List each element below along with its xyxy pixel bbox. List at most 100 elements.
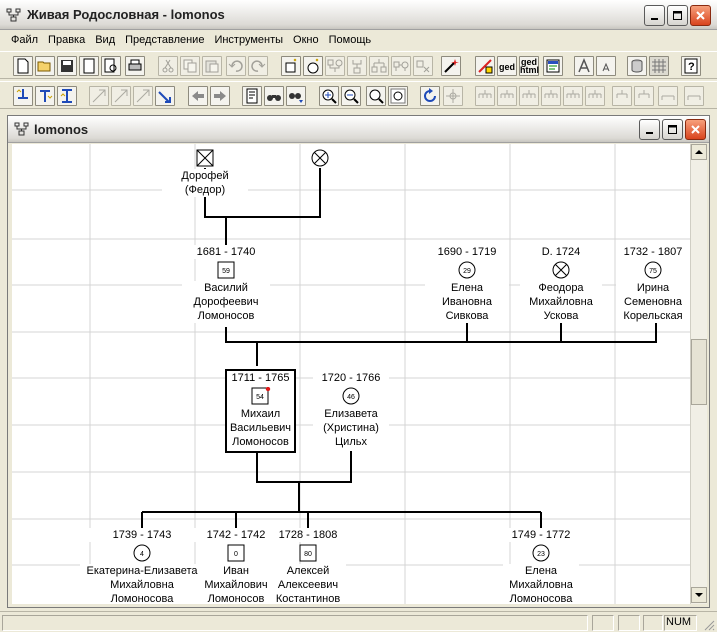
paste-button[interactable] bbox=[202, 56, 222, 76]
tree-canvas[interactable]: Дорофей (Федор) 1681 - 1740 59 Василий Д… bbox=[12, 144, 690, 604]
import-icon bbox=[478, 59, 493, 74]
cut-button[interactable] bbox=[158, 56, 178, 76]
tree-style-9-button[interactable] bbox=[658, 86, 678, 106]
tree-style-3-button[interactable] bbox=[519, 86, 539, 106]
menu-presentation[interactable]: Представление bbox=[120, 32, 209, 48]
tree-style-3-icon bbox=[522, 90, 536, 98]
person-dorofey-wife[interactable] bbox=[310, 147, 330, 169]
person-dorofey[interactable]: Дорофей (Федор) bbox=[162, 147, 248, 197]
menu-tools[interactable]: Инструменты bbox=[209, 32, 288, 48]
num-lock-indicator: NUM bbox=[666, 616, 692, 628]
layout-1-button[interactable] bbox=[89, 86, 109, 106]
find-next-button[interactable] bbox=[286, 86, 306, 106]
scroll-thumb[interactable] bbox=[691, 339, 707, 405]
person-name-line: Елизавета bbox=[313, 407, 389, 421]
add-female-button[interactable] bbox=[303, 56, 323, 76]
hourglass-tree-button[interactable] bbox=[57, 86, 77, 106]
add-parents-button[interactable] bbox=[325, 56, 345, 76]
go-to-root-button[interactable] bbox=[155, 86, 175, 106]
maximize-button[interactable] bbox=[667, 5, 688, 26]
zoom-out-button[interactable] bbox=[341, 86, 361, 106]
add-sibling-button[interactable] bbox=[369, 56, 389, 76]
zoom-in-button[interactable] bbox=[319, 86, 339, 106]
menu-file[interactable]: Файл bbox=[6, 32, 43, 48]
tree-wizard-button[interactable] bbox=[441, 56, 461, 76]
redo-button[interactable] bbox=[248, 56, 268, 76]
tree-style-1-button[interactable] bbox=[475, 86, 495, 106]
undo-icon bbox=[228, 60, 243, 72]
menu-view[interactable]: Вид bbox=[90, 32, 120, 48]
add-child-button[interactable] bbox=[347, 56, 367, 76]
back-button[interactable] bbox=[188, 86, 208, 106]
copy-button[interactable] bbox=[180, 56, 200, 76]
minimize-button[interactable] bbox=[644, 5, 665, 26]
resize-grip-icon[interactable] bbox=[703, 619, 715, 631]
person-vasiliy[interactable]: 1681 - 1740 59 Василий Дорофеевич Ломоно… bbox=[182, 245, 270, 323]
new-file-button[interactable] bbox=[13, 56, 33, 76]
menu-bar: Файл Правка Вид Представление Инструмент… bbox=[0, 30, 717, 50]
tree-style-2-button[interactable] bbox=[497, 86, 517, 106]
layout-3-button[interactable] bbox=[133, 86, 153, 106]
report-button[interactable] bbox=[242, 86, 262, 106]
undo-button[interactable] bbox=[226, 56, 246, 76]
help-icon: ? bbox=[684, 58, 698, 74]
gedcom-html-button[interactable]: ged html bbox=[519, 56, 539, 76]
print-button[interactable] bbox=[125, 56, 145, 76]
add-spouse-button[interactable] bbox=[391, 56, 411, 76]
menu-window[interactable]: Окно bbox=[288, 32, 324, 48]
person-irina[interactable]: 1732 - 1807 75 Ирина Семеновна Корельска… bbox=[616, 245, 690, 323]
refresh-button[interactable] bbox=[420, 86, 440, 106]
print-preview-button[interactable] bbox=[101, 56, 121, 76]
scroll-down-button[interactable] bbox=[691, 587, 707, 603]
person-aleksey[interactable]: 1728 - 1808 80 Алексей Алексеевич Костан… bbox=[270, 528, 346, 604]
tree-style-8-button[interactable] bbox=[634, 86, 654, 106]
forward-button[interactable] bbox=[210, 86, 230, 106]
zoom-page-button[interactable] bbox=[388, 86, 408, 106]
person-elizaveta[interactable]: 1720 - 1766 46 Елизавета (Христина) Циль… bbox=[313, 371, 389, 449]
person-feodora[interactable]: D. 1724 Феодора Михайловна Ускова bbox=[520, 245, 602, 323]
web-export-icon bbox=[546, 59, 560, 73]
tree-style-6-button[interactable] bbox=[585, 86, 605, 106]
female-icon: 75 bbox=[644, 261, 662, 279]
doc-minimize-button[interactable] bbox=[639, 119, 660, 140]
center-button[interactable] bbox=[443, 86, 463, 106]
menu-edit[interactable]: Правка bbox=[43, 32, 90, 48]
import-button[interactable] bbox=[475, 56, 495, 76]
ancestors-button[interactable] bbox=[13, 86, 33, 106]
menu-help[interactable]: Помощь bbox=[324, 32, 377, 48]
descendants-button[interactable] bbox=[35, 86, 55, 106]
grid-button[interactable] bbox=[649, 56, 669, 76]
close-button[interactable] bbox=[690, 5, 711, 26]
delete-person-button[interactable] bbox=[413, 56, 433, 76]
tree-style-7-button[interactable] bbox=[612, 86, 632, 106]
doc-close-button[interactable] bbox=[685, 119, 706, 140]
tree-style-4-button[interactable] bbox=[541, 86, 561, 106]
open-button[interactable] bbox=[35, 56, 55, 76]
person-mikhail[interactable]: 1711 - 1765 54 Михаил Васильевич Ломонос… bbox=[227, 371, 294, 449]
gedcom-button[interactable]: ged bbox=[497, 56, 517, 76]
font-larger-button[interactable] bbox=[574, 56, 594, 76]
page-button[interactable] bbox=[79, 56, 99, 76]
web-export-button[interactable] bbox=[543, 56, 563, 76]
person-ekaterina[interactable]: 1739 - 1743 4 Екатерина-Елизавета Михайл… bbox=[80, 528, 204, 604]
person-elena-sivkova[interactable]: 1690 - 1719 29 Елена Ивановна Сивкова bbox=[425, 245, 509, 323]
doc-maximize-button[interactable] bbox=[662, 119, 683, 140]
zoom-fit-button[interactable] bbox=[366, 86, 386, 106]
status-pane-4 bbox=[643, 615, 663, 631]
add-parents-icon bbox=[327, 59, 343, 72]
font-smaller-button[interactable] bbox=[596, 56, 616, 76]
save-button[interactable] bbox=[57, 56, 77, 76]
tree-style-5-button[interactable] bbox=[563, 86, 583, 106]
find-button[interactable] bbox=[264, 86, 284, 106]
person-elena-lomonosova[interactable]: 1749 - 1772 23 Елена Михайловна Ломоносо… bbox=[503, 528, 579, 604]
tree-style-10-button[interactable] bbox=[684, 86, 704, 106]
scroll-up-button[interactable] bbox=[691, 144, 707, 160]
add-person-button[interactable] bbox=[281, 56, 301, 76]
database-button[interactable] bbox=[627, 56, 647, 76]
layout-2-button[interactable] bbox=[111, 86, 131, 106]
vertical-scrollbar[interactable] bbox=[690, 144, 707, 604]
help-button[interactable]: ? bbox=[681, 56, 701, 76]
status-bar: NUM bbox=[0, 611, 717, 632]
male-icon: 59 bbox=[217, 261, 235, 279]
person-ivan[interactable]: 1742 - 1742 0 Иван Михайлович Ломоносов bbox=[198, 528, 274, 604]
